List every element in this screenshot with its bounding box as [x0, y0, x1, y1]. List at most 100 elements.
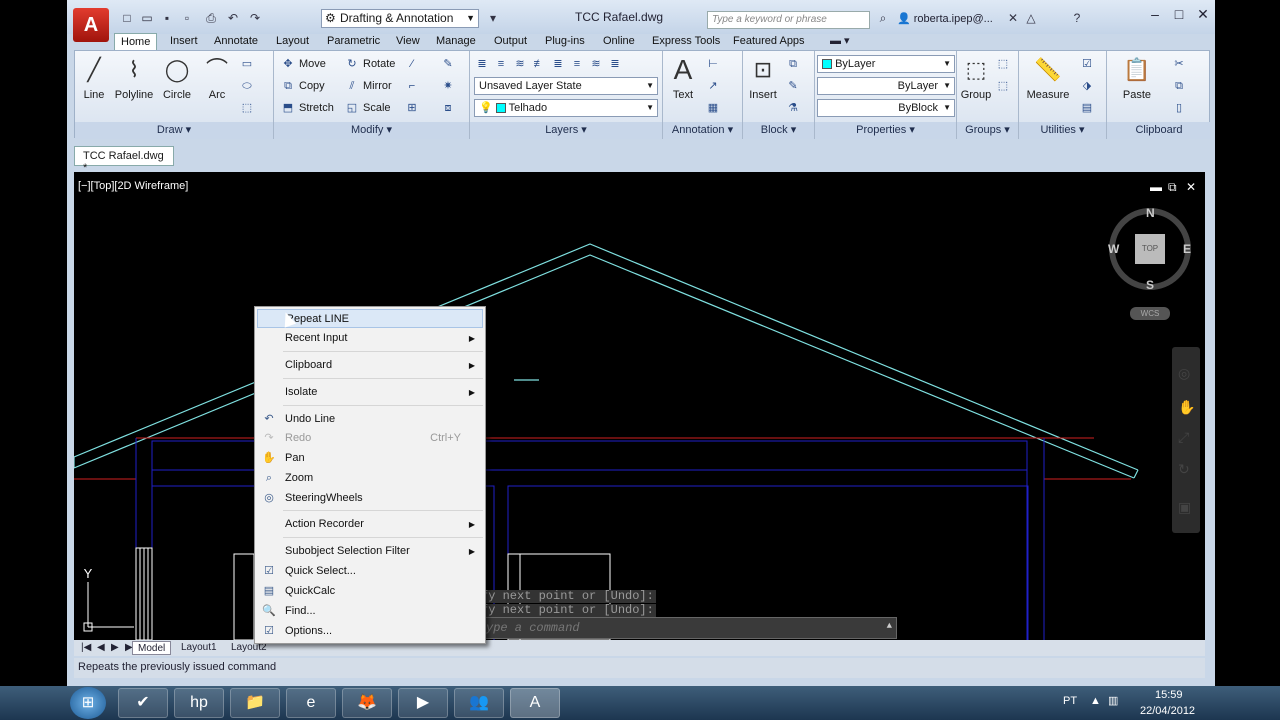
taskbar-check-app-icon[interactable]: ✔ — [118, 688, 168, 718]
minimize-icon[interactable]: – — [1143, 6, 1167, 22]
offset-button[interactable]: ⧈ — [440, 99, 459, 117]
menu-item-find[interactable]: 🔍 Find... — [257, 602, 483, 621]
save-icon[interactable]: ▪ — [159, 10, 175, 26]
scale-button[interactable]: ◱ Scale — [344, 99, 391, 117]
taskbar-hp-icon[interactable]: hp — [174, 688, 224, 718]
viewport-minimize-icon[interactable]: ▬ — [1150, 180, 1162, 194]
table-button[interactable]: ▦ — [705, 99, 724, 117]
tab-model[interactable]: Model — [132, 641, 172, 655]
modify-panel-label[interactable]: Modify ▾ — [274, 122, 469, 139]
menu-item-clipboard[interactable]: Clipboard ▶ — [257, 356, 483, 375]
utilities-panel-label[interactable]: Utilities ▾ — [1019, 122, 1106, 139]
color-dropdown[interactable]: ByLayer ▼ — [817, 55, 955, 73]
binoculars-icon[interactable]: ⌕ — [875, 10, 891, 26]
layers-panel-label[interactable]: Layers ▾ — [470, 122, 662, 139]
menu-item-subobject-filter[interactable]: Subobject Selection Filter ▶ — [257, 542, 483, 561]
menu-item-zoom[interactable]: ⌕ Zoom — [257, 469, 483, 488]
viewport-close-icon[interactable]: ✕ — [1186, 180, 1196, 194]
compass-west[interactable]: W — [1108, 242, 1119, 256]
array-button[interactable]: ⊞ — [404, 99, 423, 117]
saveas-icon[interactable]: ▫ — [179, 10, 195, 26]
open-icon[interactable]: ▭ — [139, 10, 155, 26]
taskbar-autocad-icon[interactable]: A — [510, 688, 560, 718]
new-icon[interactable]: □ — [119, 10, 135, 26]
tab-layout[interactable]: Layout — [276, 33, 309, 51]
region-button[interactable]: ⬚ — [239, 99, 258, 117]
autodesk-icon[interactable]: △ — [1023, 10, 1039, 26]
mirror-button[interactable]: ⫽ Mirror — [344, 77, 392, 95]
close-icon[interactable]: ✕ — [1191, 6, 1215, 23]
menu-item-quickcalc[interactable]: ▤ QuickCalc — [257, 582, 483, 601]
taskbar-media-player-icon[interactable]: ▶ — [398, 688, 448, 718]
rotate-button[interactable]: ↻ Rotate — [344, 55, 395, 73]
ribbon-minimize-icon[interactable]: ▬ ▾ — [830, 33, 850, 51]
menu-item-options[interactable]: ☑ Options... — [257, 622, 483, 641]
viewcube-top-face[interactable]: TOP — [1135, 234, 1165, 264]
block-panel-label[interactable]: Block ▾ — [743, 122, 814, 139]
layer-state-dropdown[interactable]: Unsaved Layer State ▼ — [474, 77, 658, 95]
rectangle-button[interactable]: ▭ — [239, 55, 258, 73]
hatch-button[interactable]: ⬭ — [239, 77, 258, 95]
move-button[interactable]: ✥ Move — [280, 55, 326, 73]
ungroup-button[interactable]: ⬚ — [995, 55, 1014, 73]
zoom-extents-icon[interactable]: ⤢ — [1178, 429, 1189, 446]
plot-icon[interactable]: ⎙ — [203, 10, 219, 26]
workspace-dropdown[interactable]: ⚙ Drafting & Annotation ▼ — [321, 9, 479, 28]
menu-item-action-recorder[interactable]: Action Recorder ▶ — [257, 515, 483, 534]
network-icon[interactable]: ▥ — [1108, 694, 1118, 707]
tab-output[interactable]: Output — [494, 33, 527, 51]
calculator-button[interactable]: ▤ — [1079, 99, 1098, 117]
clock-time[interactable]: 15:59 — [1155, 689, 1183, 701]
language-indicator[interactable]: PT — [1063, 695, 1077, 707]
tab-manage[interactable]: Manage — [436, 33, 476, 51]
dimension-button[interactable]: ⊢ — [705, 55, 724, 73]
annotation-panel-label[interactable]: Annotation ▾ — [663, 122, 742, 139]
tab-online[interactable]: Online — [603, 33, 635, 51]
tab-express-tools[interactable]: Express Tools — [652, 33, 720, 51]
tab-insert[interactable]: Insert — [170, 33, 198, 51]
compass-north[interactable]: N — [1146, 206, 1155, 220]
steering-wheel-icon[interactable]: ◎ — [1178, 365, 1190, 382]
quick-select-tool-button[interactable]: ☑ — [1079, 55, 1098, 73]
viewport-controls[interactable]: [−][Top][2D Wireframe] — [78, 180, 188, 192]
tab-featured-apps[interactable]: Featured Apps — [733, 33, 805, 51]
pan-hand-icon[interactable]: ✋ — [1178, 399, 1195, 416]
command-history-toggle-icon[interactable]: ▲ — [887, 621, 892, 631]
edit-block-button[interactable]: ✎ — [785, 77, 804, 95]
copy-clip-button[interactable]: ⧉ — [1171, 77, 1190, 95]
maximize-icon[interactable]: □ — [1167, 6, 1191, 22]
attribute-button[interactable]: ⚗ — [785, 99, 804, 117]
menu-item-steeringwheels[interactable]: ◎ SteeringWheels — [257, 489, 483, 508]
menu-item-undo-line[interactable]: ↶ Undo Line — [257, 410, 483, 429]
exchange-icon[interactable]: ✕ — [1005, 10, 1021, 26]
text-button[interactable]: A Text — [665, 55, 701, 102]
group-button[interactable]: ⬚ Group — [959, 55, 993, 101]
tab-home[interactable]: Home — [114, 33, 158, 51]
command-input[interactable]: ype a command ▲ — [479, 617, 897, 639]
viewport-restore-icon[interactable]: ⧉ — [1168, 180, 1177, 195]
circle-button[interactable]: ◯ Circle — [159, 55, 195, 101]
leader-button[interactable]: ↗ — [705, 77, 724, 95]
user-account[interactable]: 👤 roberta.ipep@... — [897, 12, 993, 25]
orbit-icon[interactable]: ↻ — [1178, 461, 1190, 478]
fillet-button[interactable]: ⌐ — [404, 77, 423, 95]
undo-icon[interactable]: ↶ — [225, 10, 241, 26]
menu-item-quick-select[interactable]: ☑ Quick Select... — [257, 562, 483, 581]
cut-button[interactable]: ✂ — [1171, 55, 1190, 73]
layer-tools-row[interactable]: ≣ ≡ ≋ ≢ ≣ ≡ ≋ ≣ — [474, 55, 626, 73]
line-button[interactable]: ╱ Line — [77, 55, 111, 101]
erase-button[interactable]: ✎ — [440, 55, 459, 73]
insert-button[interactable]: ⊡ Insert — [745, 55, 781, 101]
tab-plugins[interactable]: Plug-ins — [545, 33, 585, 51]
tab-annotate[interactable]: Annotate — [214, 33, 258, 51]
ucs-menu[interactable]: WCS — [1130, 307, 1170, 320]
taskbar-messenger-icon[interactable]: 👥 — [454, 688, 504, 718]
copy-button[interactable]: ⧉ Copy — [280, 77, 325, 95]
match-properties-button[interactable]: ▯ — [1171, 99, 1190, 117]
menu-item-recent-input[interactable]: Recent Input ▶ — [257, 329, 483, 348]
tray-expand-icon[interactable]: ▲ — [1090, 695, 1101, 707]
stretch-button[interactable]: ⬒ Stretch — [280, 99, 334, 117]
polyline-button[interactable]: ⌇ Polyline — [111, 55, 157, 101]
create-block-button[interactable]: ⧉ — [785, 55, 804, 73]
group-edit-button[interactable]: ⬚ — [995, 77, 1014, 95]
